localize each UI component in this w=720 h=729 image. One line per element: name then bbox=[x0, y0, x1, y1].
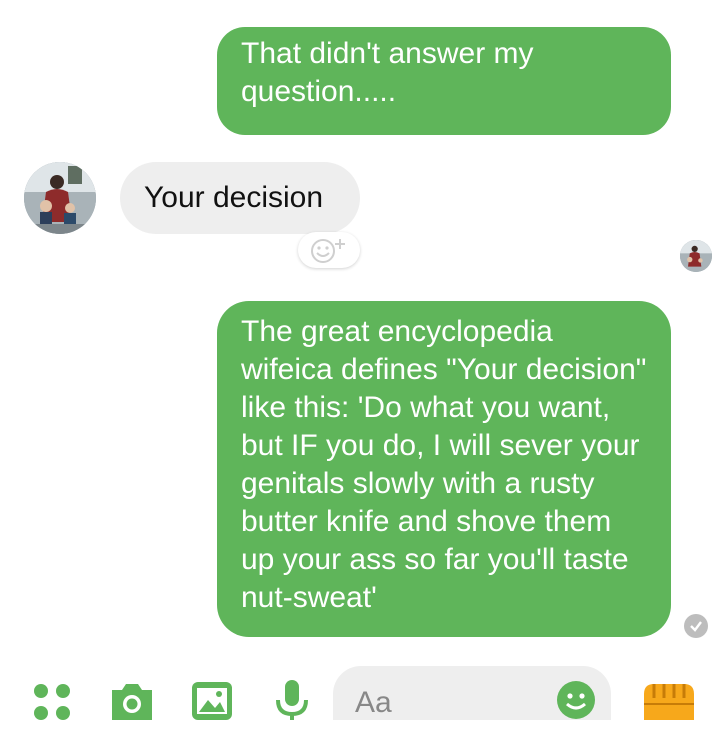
message-text: Your decision bbox=[144, 181, 324, 214]
image-icon[interactable] bbox=[190, 680, 234, 725]
message-input-placeholder: Aa bbox=[355, 686, 392, 719]
message-text: The great encyclopedia wifeica defines "… bbox=[241, 315, 647, 614]
smiley-icon[interactable] bbox=[556, 680, 596, 720]
seen-check-icon bbox=[684, 614, 708, 638]
grid-dots-icon[interactable] bbox=[30, 680, 74, 729]
outgoing-message[interactable]: The great encyclopedia wifeica defines "… bbox=[217, 301, 671, 637]
outgoing-message[interactable]: That didn't answer my question..... bbox=[217, 27, 671, 135]
contact-avatar[interactable] bbox=[24, 162, 96, 234]
camera-icon[interactable] bbox=[108, 680, 156, 725]
seen-avatar bbox=[680, 240, 712, 272]
composer-toolbar: Aa bbox=[0, 660, 720, 720]
add-reaction-icon bbox=[311, 239, 345, 263]
thumbs-up-fist-icon[interactable] bbox=[640, 676, 696, 725]
message-text: That didn't answer my question..... bbox=[241, 37, 534, 108]
avatar-photo-icon bbox=[680, 240, 712, 272]
avatar-photo-icon bbox=[24, 162, 96, 234]
incoming-message[interactable]: Your decision bbox=[120, 162, 360, 234]
add-reaction-button[interactable] bbox=[298, 232, 360, 268]
microphone-icon[interactable] bbox=[270, 678, 314, 725]
